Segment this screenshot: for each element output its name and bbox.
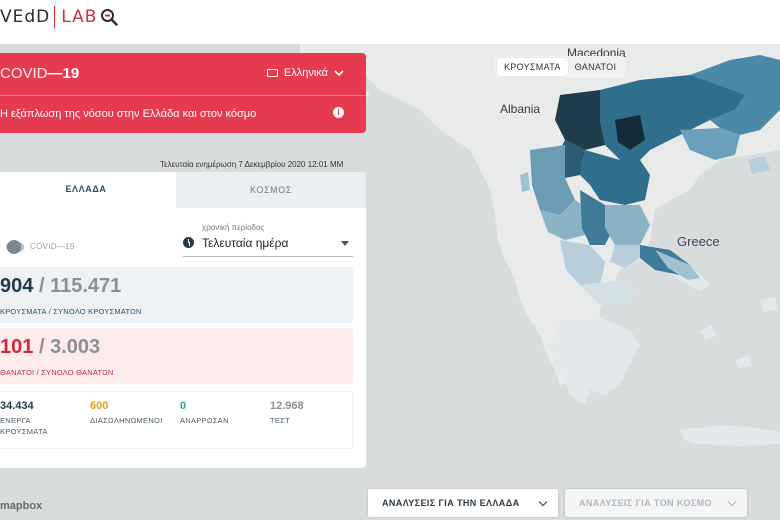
period-value: Τελευταία ημέρα <box>202 236 289 250</box>
logo-divider <box>54 6 56 28</box>
land-island-3 <box>760 296 778 312</box>
deaths-today: 101 <box>0 336 34 358</box>
app-header: COVID—19 Ελληνικά Η εξάπλωση της νόσου σ… <box>0 53 366 133</box>
stat-intubated: 600 ΔΙΑΣΩΛΗΝΩΜΕΝΟΙ <box>90 400 163 426</box>
stats-row: 34.434 ΕΝΕΡΓΑ ΚΡΟΥΣΜΑΤΑ 600 ΔΙΑΣΩΛΗΝΩΜΕΝ… <box>0 391 353 449</box>
stat-recovered-value: 0 <box>180 400 187 412</box>
logo-brand: VEdD <box>0 7 51 27</box>
cases-total: 115.471 <box>50 275 122 297</box>
mapbox-attribution[interactable]: mapbox <box>0 500 42 512</box>
magnifier-icon <box>100 8 119 26</box>
switch-label: COVID—19 <box>30 242 75 251</box>
clock-icon <box>183 237 194 248</box>
logo-lab: LAB <box>61 7 98 27</box>
land-crete <box>680 425 780 446</box>
title-prefix: COVID <box>0 65 48 82</box>
language-label: Ελληνικά <box>283 67 328 79</box>
cases-figures: 904 / 115.471 <box>0 275 121 298</box>
stat-tests: 12.968 ΤΕΣΤ <box>270 400 304 426</box>
cases-today: 904 <box>0 275 34 297</box>
deaths-figures: 101 / 3.003 <box>0 336 100 359</box>
header-divider <box>0 95 366 96</box>
top-bar: VEdD LAB <box>0 0 780 44</box>
chevron-down-icon <box>538 497 548 507</box>
deaths-total: 3.003 <box>50 336 101 358</box>
title-dash: — <box>47 65 63 82</box>
stat-active-value: 34.434 <box>0 400 34 412</box>
last-updated: Τελευταία ενημέρωση 7 Δεκεμβρίου 2020 12… <box>160 160 344 169</box>
cases-separator: / <box>38 275 51 297</box>
analysis-world-label: ΑΝΑΛΥΣΕΙΣ ΓΙΑ ΤΟΝ ΚΟΣΜΟ <box>579 498 712 508</box>
toggle-cases[interactable]: ΚΡΟΥΣΜΑΤΑ <box>497 58 568 76</box>
period-label: χρονική περίοδος <box>202 223 265 232</box>
stat-active-label-1: ΕΝΕΡΓΑ <box>0 416 31 425</box>
map-label-albania: Albania <box>500 102 541 116</box>
period-select[interactable]: Τελευταία ημέρα <box>183 235 353 257</box>
tab-greece[interactable]: ΕΛΛΑΔΑ <box>0 172 172 208</box>
stat-intubated-label: ΔΙΑΣΩΛΗΝΩΜΕΝΟΙ <box>90 416 163 425</box>
stat-active-label: ΕΝΕΡΓΑ ΚΡΟΥΣΜΑΤΑ <box>0 415 48 437</box>
cases-caption: ΚΡΟΥΣΜΑΤΑ / ΣΥΝΟΛΟ ΚΡΟΥΣΜΑΤΩΝ <box>0 307 142 316</box>
stat-active: 34.434 ΕΝΕΡΓΑ ΚΡΟΥΣΜΑΤΑ <box>0 400 48 437</box>
land-peloponnese <box>550 318 640 405</box>
stat-tests-label: ΤΕΣΤ <box>270 416 291 425</box>
chevron-down-icon <box>727 497 737 507</box>
deaths-card: 101 / 3.003 ΘΑΝΑΤΟΙ / ΣΥΝΟΛΟ ΘΑΝΑΤΩΝ <box>0 328 353 384</box>
stat-recovered: 0 ΑΝΑΡΡΩΣΑΝ <box>180 400 229 426</box>
analysis-greece-label: ΑΝΑΛΥΣΕΙΣ ΓΙΑ ΤΗΝ ΕΛΛΑΔΑ <box>382 498 520 508</box>
toggle-deaths[interactable]: ΘΑΝΑΤΟΙ <box>568 58 624 76</box>
land-island-1 <box>700 326 716 340</box>
stats-panel: ΕΛΛΑΔΑ ΚΟΣΜΟΣ COVID—19 χρονική περίοδος … <box>0 172 366 468</box>
stat-active-label-2: ΚΡΟΥΣΜΑΤΑ <box>0 427 48 436</box>
info-icon[interactable]: i <box>333 107 344 118</box>
language-icon <box>266 69 278 77</box>
deaths-caption: ΘΑΝΑΤΟΙ / ΣΥΝΟΛΟ ΘΑΝΑΤΩΝ <box>0 368 114 377</box>
stat-intubated-value: 600 <box>90 400 109 412</box>
switch-knob <box>7 240 21 254</box>
analysis-world-button[interactable]: ΑΝΑΛΥΣΕΙΣ ΓΙΑ ΤΟΝ ΚΟΣΜΟ <box>565 489 747 517</box>
region-lesvos <box>748 156 770 174</box>
tab-world[interactable]: ΚΟΣΜΟΣ <box>172 172 366 208</box>
title-suffix: 19 <box>62 65 80 82</box>
app-subtitle: Η εξάπλωση της νόσου στην Ελλάδα και στο… <box>0 108 257 120</box>
deaths-separator: / <box>38 336 51 358</box>
cases-card: 904 / 115.471 ΚΡΟΥΣΜΑΤΑ / ΣΥΝΟΛΟ ΚΡΟΥΣΜΑ… <box>0 267 353 323</box>
analysis-greece-button[interactable]: ΑΝΑΛΥΣΕΙΣ ΓΙΑ ΤΗΝ ΕΛΛΑΔΑ <box>368 489 558 517</box>
chevron-down-icon <box>334 69 344 76</box>
stat-recovered-label: ΑΝΑΡΡΩΣΑΝ <box>180 416 229 425</box>
site-logo[interactable]: VEdD LAB <box>0 6 119 28</box>
metric-toggle: ΚΡΟΥΣΜΑΤΑ ΘΑΝΑΤΟΙ <box>495 56 626 78</box>
caret-down-icon <box>341 241 349 246</box>
language-selector[interactable]: Ελληνικά <box>266 67 344 79</box>
land-island-2 <box>735 356 752 368</box>
stat-tests-value: 12.968 <box>270 400 304 412</box>
app-title: COVID—19 <box>0 65 79 82</box>
map-label-greece: Greece <box>677 234 720 249</box>
disease-switch[interactable] <box>6 240 24 254</box>
region-tabs: ΕΛΛΑΔΑ ΚΟΣΜΟΣ <box>0 172 366 208</box>
